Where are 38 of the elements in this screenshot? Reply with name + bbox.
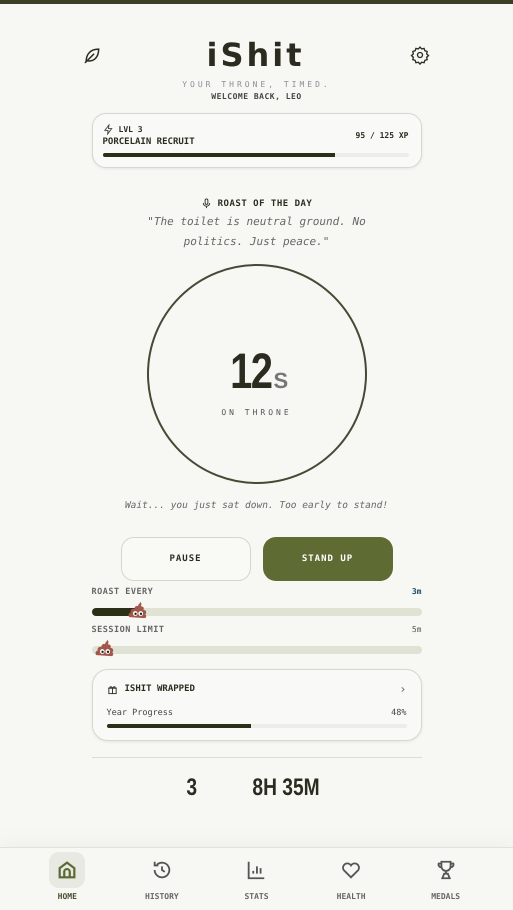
rank-name: PORCELAIN RECRUIT <box>102 137 195 147</box>
wrapped-title: ISHIT WRAPPED <box>124 684 195 694</box>
stat-value: 3 <box>186 774 197 802</box>
level-label: LVL 3 <box>118 125 143 134</box>
gift-icon <box>106 684 118 694</box>
timer-unit: S <box>273 368 288 394</box>
nav-tab[interactable]: HEALTH <box>316 848 386 910</box>
pause-button[interactable]: PAUSE <box>120 537 250 581</box>
slider-label: ROAST EVERY <box>92 587 154 597</box>
progress-reading: 48% <box>391 708 406 718</box>
roast-quote: "The toilet is neutral ground. No politics. Just peace." <box>146 214 367 250</box>
chevron: › <box>399 682 406 696</box>
nav-tab[interactable]: HISTORY <box>126 848 197 910</box>
slider-reading: 5m <box>412 625 422 635</box>
wrapped-card[interactable]: ISHIT WRAPPED › Year Progress 48% <box>92 669 422 741</box>
nav-tab[interactable]: HOME <box>32 848 102 910</box>
settings-icon[interactable] <box>410 45 430 65</box>
timer-label: ON THRONE <box>221 408 292 416</box>
welcome-text: WELCOME BACK, LEO <box>211 92 302 101</box>
trophy-icon <box>434 859 457 881</box>
home-icon <box>56 859 78 881</box>
roast-heading: ROAST OF THE DAY <box>218 198 312 208</box>
lightning-icon <box>102 124 114 135</box>
nav-tab[interactable]: MEDALS <box>410 848 481 910</box>
tagline: YOUR THRONE, TIMED. <box>182 80 331 89</box>
slider-reading: 3m <box>412 587 422 597</box>
bar-chart-icon <box>245 859 268 881</box>
timer-value: 12 <box>230 342 272 400</box>
stat-value: 8H 35M <box>252 774 320 802</box>
stand-up-button[interactable]: STAND UP <box>262 537 392 581</box>
hint-text: Wait... you just sat down. Too early to stand! <box>124 500 388 511</box>
slider-label: SESSION LIMIT <box>92 625 165 635</box>
xp-count: 95 / 125 XP <box>356 131 408 140</box>
nav-tab[interactable]: STATS <box>221 848 292 910</box>
progress-label: Year Progress <box>106 708 174 718</box>
poop-icon[interactable] <box>126 599 149 619</box>
microphone-icon <box>200 198 212 209</box>
app-title: iShit <box>206 36 305 74</box>
